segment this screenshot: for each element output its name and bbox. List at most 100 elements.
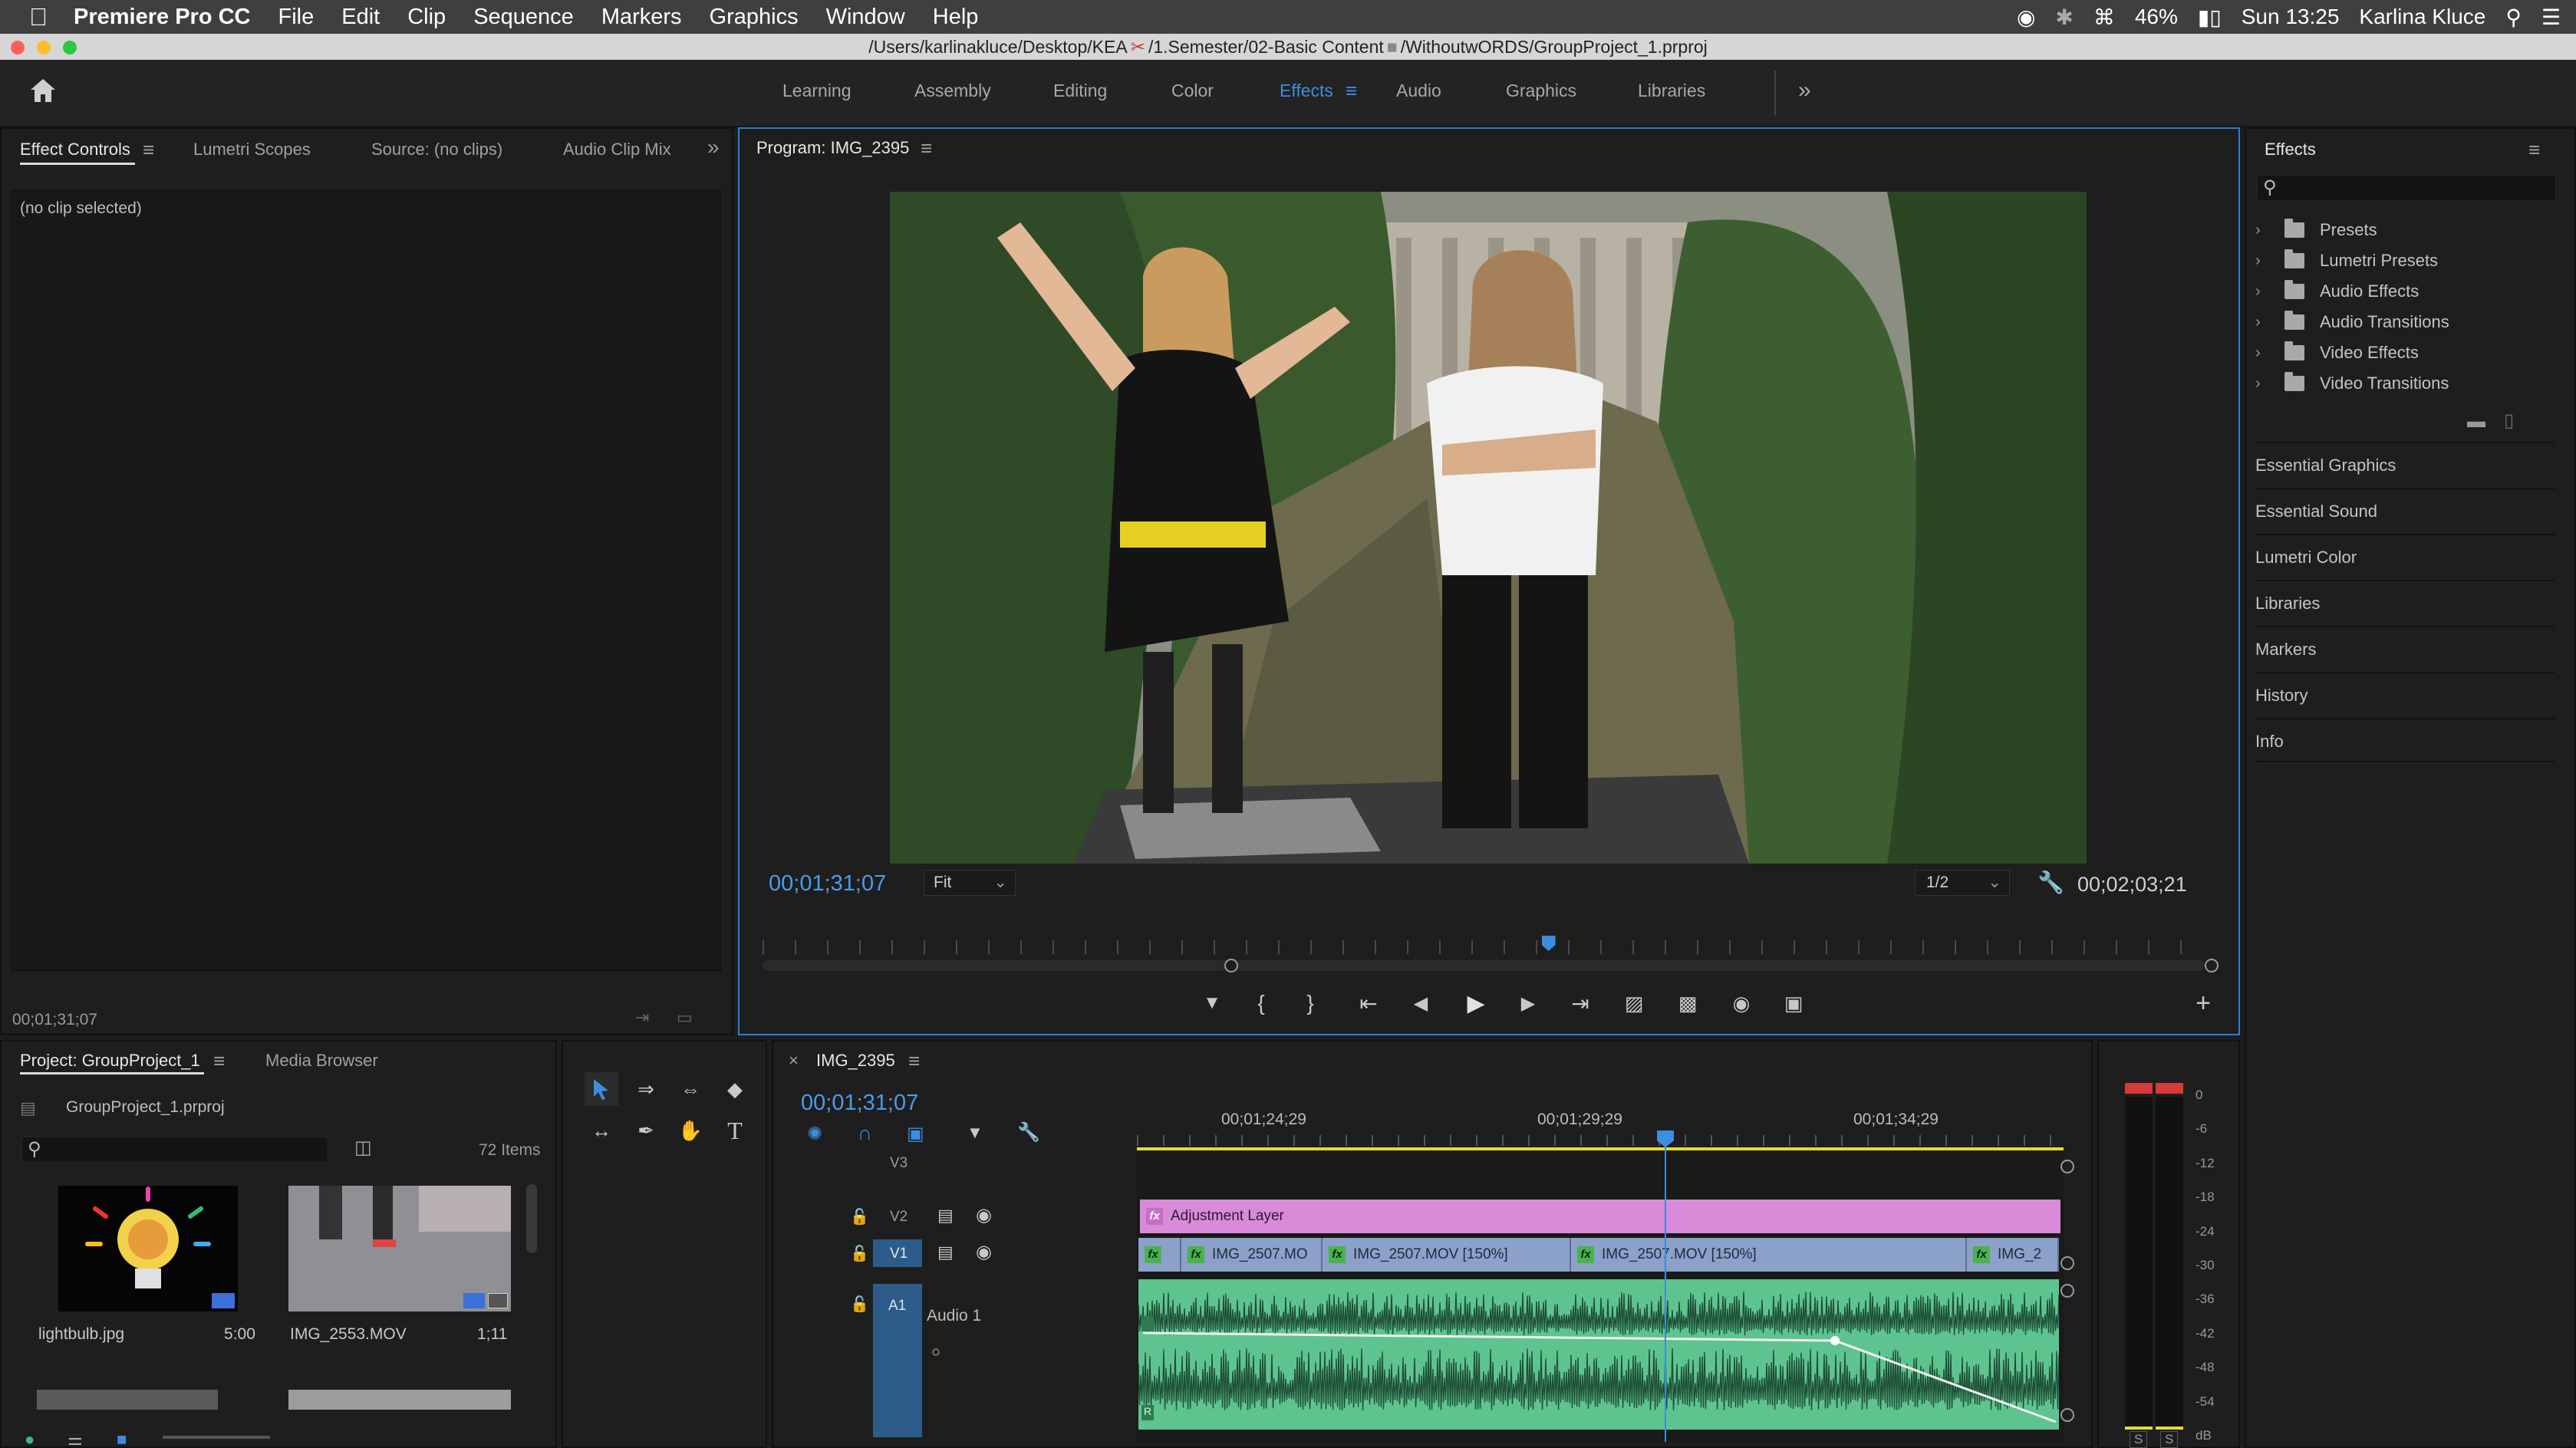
workspace-graphics[interactable]: Graphics xyxy=(1506,60,1576,127)
selection-tool[interactable] xyxy=(585,1072,618,1106)
slip-tool[interactable]: ↔ xyxy=(585,1114,618,1147)
lock-icon[interactable]: 🔓 xyxy=(850,1207,869,1226)
zoom-window-button[interactable] xyxy=(63,41,77,54)
workspace-editing[interactable]: Editing xyxy=(1053,60,1107,127)
toggle-sync-icon[interactable]: ▤ xyxy=(937,1242,954,1262)
keyframe-icon[interactable]: ○ xyxy=(931,1344,940,1361)
track-label-v1[interactable]: V1 xyxy=(890,1246,908,1262)
project-menu-icon[interactable]: ≡ xyxy=(213,1049,225,1073)
video-clip-1[interactable]: fx IMG_2507.MO xyxy=(1181,1238,1323,1272)
find-icon[interactable]: ◫ xyxy=(354,1137,372,1159)
effects-panel-title[interactable]: Effects xyxy=(2265,140,2316,160)
notification-center-icon[interactable]: ☰ xyxy=(2541,5,2561,30)
nest-icon[interactable]: ✺ xyxy=(807,1123,822,1145)
linked-selection-icon[interactable]: ▣ xyxy=(907,1123,924,1145)
vertical-zoom-handle[interactable] xyxy=(2060,1256,2074,1270)
effects-folder-lumetri-presets[interactable]: › Lumetri Presets xyxy=(2255,245,2438,276)
creative-cloud-icon[interactable]: ◉ xyxy=(2017,5,2035,30)
workspace-overflow-icon[interactable]: » xyxy=(1798,60,1811,127)
zoom-scrollbar[interactable] xyxy=(763,960,2205,971)
effect-controls-menu-icon[interactable]: ≡ xyxy=(143,138,154,162)
toggle-sync-icon[interactable]: ▤ xyxy=(937,1206,954,1226)
zoom-handle-left[interactable] xyxy=(1224,959,1238,972)
menu-markers[interactable]: Markers xyxy=(601,5,682,30)
effects-search-input[interactable] xyxy=(2257,175,2556,201)
menu-help[interactable]: Help xyxy=(933,5,979,30)
tab-audio-clip-mixer[interactable]: Audio Clip Mix xyxy=(563,140,671,160)
video-clip-3[interactable]: fx IMG_2507.MOV [150%] xyxy=(1571,1238,1967,1272)
vertical-zoom-handle[interactable] xyxy=(2060,1284,2074,1298)
menu-graphics[interactable]: Graphics xyxy=(710,5,799,30)
workspace-audio[interactable]: Audio xyxy=(1396,60,1441,127)
go-to-out-button[interactable]: ⇥ xyxy=(1565,988,1596,1019)
adjustment-layer-clip[interactable]: fx Adjustment Layer xyxy=(1140,1200,2060,1233)
pen-tool[interactable]: ✒ xyxy=(629,1114,663,1147)
apple-icon[interactable]:  xyxy=(29,3,48,31)
bluetooth-icon[interactable]: ✱ xyxy=(2055,5,2073,30)
menu-window[interactable]: Window xyxy=(826,5,905,30)
extract-button[interactable]: ▩ xyxy=(1672,988,1703,1019)
menu-clip[interactable]: Clip xyxy=(407,5,446,30)
workspace-effects[interactable]: Effects xyxy=(1280,60,1333,127)
timeline-settings-icon[interactable]: 🔧 xyxy=(1017,1121,1040,1144)
section-libraries[interactable]: Libraries xyxy=(2255,580,2555,624)
workspace-assembly[interactable]: Assembly xyxy=(914,60,991,127)
mark-out-button[interactable]: } xyxy=(1295,988,1326,1019)
close-window-button[interactable] xyxy=(11,41,25,54)
eye-icon[interactable]: ◉ xyxy=(976,1204,992,1226)
menu-sequence[interactable]: Sequence xyxy=(473,5,574,30)
program-menu-icon[interactable]: ≡ xyxy=(921,137,932,160)
tab-media-browser[interactable]: Media Browser xyxy=(265,1051,378,1071)
program-title[interactable]: Program: IMG_2395 xyxy=(756,138,909,158)
lock-icon[interactable]: 🔓 xyxy=(850,1244,869,1263)
workspace-menu-icon[interactable]: ≡ xyxy=(1346,60,1357,127)
video-clip-4[interactable]: fx IMG_2 xyxy=(1967,1238,2059,1272)
menu-app-name[interactable]: Premiere Pro CC xyxy=(74,5,251,30)
tab-effect-controls[interactable]: Effect Controls xyxy=(20,140,130,160)
hand-tool[interactable]: ✋ xyxy=(674,1114,707,1147)
export-frame-button[interactable]: ◉ xyxy=(1726,988,1757,1019)
project-search-input[interactable] xyxy=(21,1137,328,1163)
lock-icon[interactable]: 🔓 xyxy=(850,1295,869,1314)
project-item-lightbulb[interactable]: lightbulb.jpg 5:00 xyxy=(23,1181,255,1343)
zoom-level-dropdown[interactable]: Fit ⌄ xyxy=(924,870,1016,896)
ripple-edit-tool[interactable]: ⇔ xyxy=(674,1072,707,1106)
workspace-color[interactable]: Color xyxy=(1171,60,1214,127)
wifi-icon[interactable]: ⌘ xyxy=(2093,5,2115,30)
icon-view-icon[interactable]: ■ xyxy=(117,1434,127,1448)
work-area-bar[interactable] xyxy=(1137,1147,2064,1150)
spotlight-icon[interactable]: ⚲ xyxy=(2505,5,2522,30)
button-editor-icon[interactable]: + xyxy=(2188,988,2219,1019)
effects-folder-audio-effects[interactable]: › Audio Effects xyxy=(2255,276,2419,307)
tab-project[interactable]: Project: GroupProject_1 xyxy=(20,1051,200,1071)
track-label-a1[interactable]: A1 xyxy=(888,1298,906,1315)
effects-folder-video-transitions[interactable]: › Video Transitions xyxy=(2255,368,2449,399)
type-tool[interactable]: T xyxy=(718,1114,752,1147)
tab-lumetri-scopes[interactable]: Lumetri Scopes xyxy=(193,140,311,160)
section-essential-graphics[interactable]: Essential Graphics xyxy=(2255,442,2555,486)
solo-right-button[interactable]: S xyxy=(2160,1431,2179,1448)
timeline-timecode[interactable]: 00;01;31;07 xyxy=(801,1091,918,1116)
home-button[interactable] xyxy=(28,75,58,106)
mark-in-button[interactable]: { xyxy=(1246,988,1276,1019)
vertical-zoom-handle[interactable] xyxy=(2060,1408,2074,1422)
project-scrollbar[interactable] xyxy=(526,1184,537,1253)
panel-overflow-icon[interactable]: » xyxy=(707,135,720,160)
export-icon[interactable]: ⇥ xyxy=(635,1008,649,1028)
sequence-menu-icon[interactable]: ≡ xyxy=(908,1049,920,1073)
effects-folder-presets[interactable]: › Presets xyxy=(2255,215,2377,245)
close-sequence-icon[interactable]: × xyxy=(789,1051,799,1071)
tab-source[interactable]: Source: (no clips) xyxy=(371,140,502,160)
wrench-icon[interactable]: 🔧 xyxy=(2037,870,2064,895)
section-info[interactable]: Info xyxy=(2255,718,2555,762)
list-view-icon[interactable]: ☰ xyxy=(68,1434,83,1448)
program-current-timecode[interactable]: 00;01;31;07 xyxy=(769,871,886,897)
lock-icon[interactable]: ● xyxy=(25,1434,35,1448)
trash-icon[interactable]: ▯ xyxy=(2504,410,2514,432)
clock[interactable]: Sun 13:25 xyxy=(2242,5,2340,29)
battery-icon[interactable]: ▮▯ xyxy=(2198,5,2222,30)
sequence-tab[interactable]: IMG_2395 xyxy=(816,1051,895,1071)
zoom-handle-right[interactable] xyxy=(2205,959,2219,972)
battery-percent[interactable]: 46% xyxy=(2135,5,2178,29)
workspace-libraries[interactable]: Libraries xyxy=(1638,60,1705,127)
